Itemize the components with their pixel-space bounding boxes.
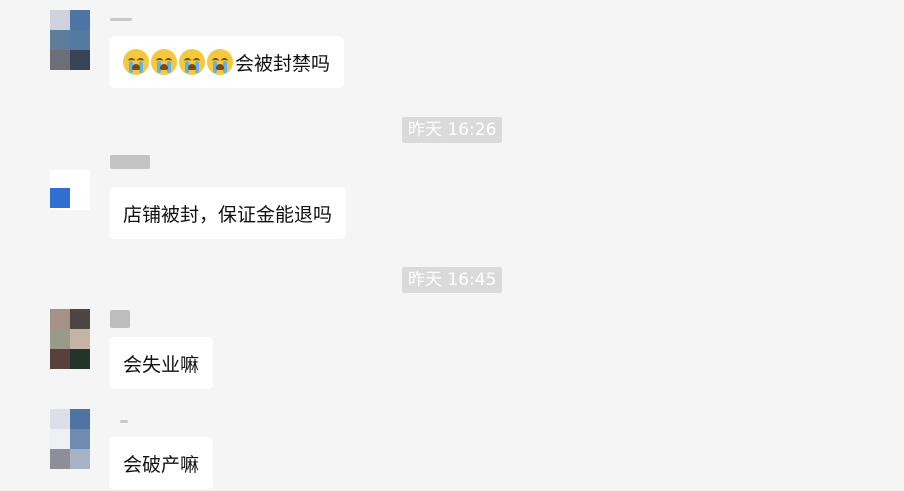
message-bubble[interactable]: 会失业嘛 (109, 337, 214, 389)
sender-name (120, 420, 128, 423)
crying-face-icon (207, 49, 233, 75)
message-bubble[interactable]: 店铺被封，保证金能退吗 (109, 187, 347, 239)
sender-name (110, 18, 132, 21)
message-text: 会破产嘛 (123, 453, 200, 476)
sender-name (110, 155, 150, 169)
message-text: 店铺被封，保证金能退吗 (123, 203, 333, 226)
message-bubble[interactable]: 会被封禁吗 (109, 36, 345, 88)
avatar[interactable] (50, 409, 90, 469)
avatar[interactable] (50, 10, 90, 70)
crying-face-icon (179, 49, 205, 75)
crying-face-icon (151, 49, 177, 75)
timestamp: 昨天 16:45 (402, 267, 503, 293)
timestamp: 昨天 16:26 (402, 117, 503, 143)
crying-face-icon (123, 49, 149, 75)
sender-name (110, 310, 130, 328)
avatar[interactable] (50, 170, 90, 210)
message-text: 会被封禁吗 (235, 52, 331, 75)
avatar[interactable] (50, 309, 90, 369)
message-bubble[interactable]: 会破产嘛 (109, 437, 214, 489)
message-text: 会失业嘛 (123, 353, 200, 376)
